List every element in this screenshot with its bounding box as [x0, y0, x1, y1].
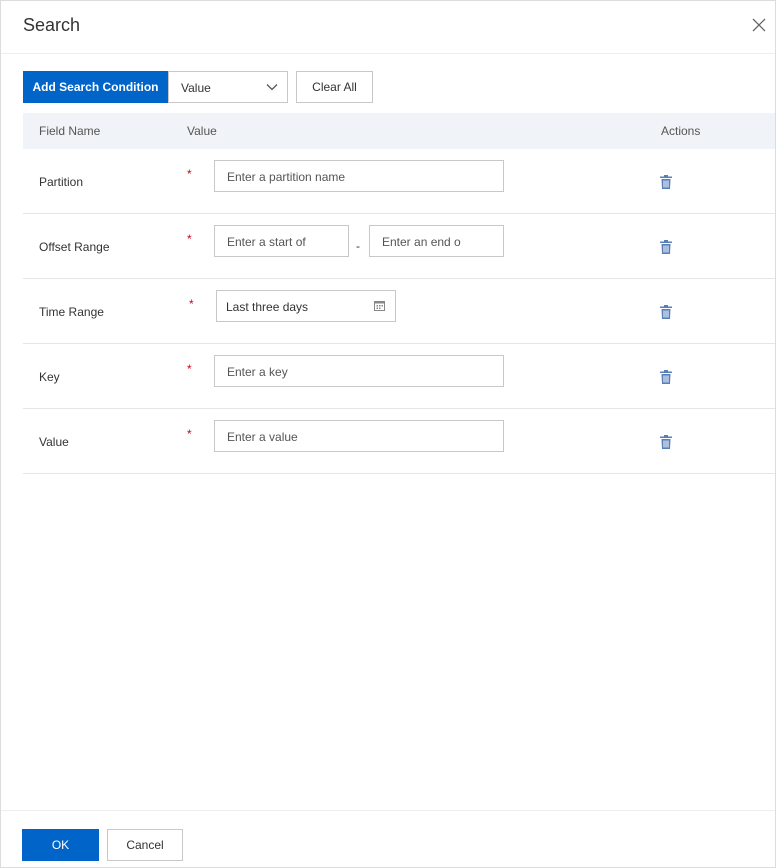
- required-asterisk: *: [187, 362, 192, 376]
- key-input[interactable]: Enter a key: [214, 355, 504, 387]
- partition-placeholder: Enter a partition name: [227, 170, 346, 184]
- calendar-icon: [374, 301, 385, 311]
- dialog-title: Search: [23, 15, 81, 35]
- condition-select[interactable]: Value: [168, 71, 288, 103]
- trash-icon[interactable]: [660, 240, 672, 254]
- cancel-button[interactable]: Cancel: [107, 829, 183, 861]
- ok-button[interactable]: OK: [22, 829, 99, 861]
- required-asterisk: *: [189, 297, 194, 311]
- condition-select-value: Value: [181, 81, 211, 95]
- offset-end-placeholder: Enter an end o: [382, 235, 461, 249]
- field-label: Offset Range: [39, 240, 110, 254]
- field-label: Key: [39, 370, 60, 384]
- table-row: Time Range * Last three days: [23, 279, 775, 344]
- search-dialog: Search Add Search Condition Value Clear …: [0, 0, 776, 868]
- offset-start-input[interactable]: Enter a start of: [214, 225, 349, 257]
- table-row: Value * Enter a value: [23, 409, 775, 474]
- field-label: Partition: [39, 175, 84, 189]
- trash-icon[interactable]: [660, 370, 672, 384]
- table-row: Offset Range * Enter a start of - Enter …: [23, 214, 775, 279]
- trash-icon[interactable]: [660, 435, 672, 449]
- close-icon[interactable]: [749, 15, 769, 35]
- value-input[interactable]: Enter a value: [214, 420, 504, 452]
- dialog-header: Search: [1, 1, 775, 54]
- required-asterisk: *: [187, 427, 192, 441]
- required-asterisk: *: [187, 167, 192, 181]
- field-label: Value: [39, 435, 69, 449]
- column-header-value: Value: [187, 124, 217, 138]
- column-header-actions: Actions: [661, 124, 701, 138]
- offset-start-placeholder: Enter a start of: [227, 235, 306, 249]
- time-range-value: Last three days: [226, 300, 309, 314]
- dialog-footer: OK Cancel: [1, 810, 775, 868]
- required-asterisk: *: [187, 232, 192, 246]
- table-header: Field Name Value Actions: [23, 113, 775, 149]
- chevron-down-icon: [266, 84, 278, 91]
- offset-end-input[interactable]: Enter an end o: [369, 225, 504, 257]
- range-separator: -: [356, 239, 360, 253]
- table-row: Key * Enter a key: [23, 344, 775, 409]
- key-placeholder: Enter a key: [227, 365, 288, 379]
- clear-all-button[interactable]: Clear All: [296, 71, 373, 103]
- field-label: Time Range: [39, 305, 104, 319]
- table-row: Partition * Enter a partition name: [23, 149, 775, 214]
- partition-input[interactable]: Enter a partition name: [214, 160, 504, 192]
- trash-icon[interactable]: [660, 175, 672, 189]
- add-search-condition-button[interactable]: Add Search Condition: [23, 71, 168, 103]
- column-header-field-name: Field Name: [39, 124, 101, 138]
- trash-icon[interactable]: [660, 305, 672, 319]
- value-placeholder: Enter a value: [227, 430, 298, 444]
- time-range-picker[interactable]: Last three days: [216, 290, 396, 322]
